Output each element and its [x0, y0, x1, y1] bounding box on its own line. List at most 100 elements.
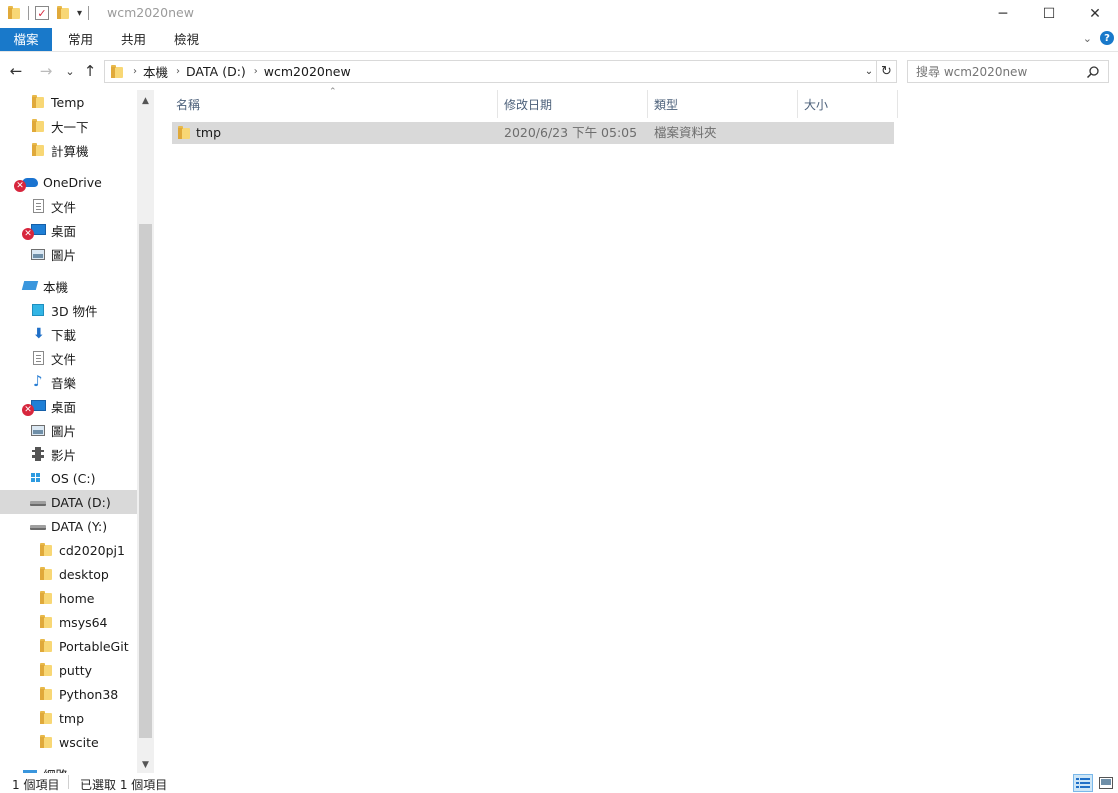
breadcrumb-data-d[interactable]: DATA (D:)	[186, 64, 246, 79]
minimize-button[interactable]: ─	[980, 0, 1026, 28]
pictures-icon	[30, 246, 46, 262]
tree-item-label: 文件	[51, 351, 77, 367]
chevron-down-icon[interactable]: ⌄	[862, 61, 876, 82]
window-title: wcm2020new	[107, 5, 194, 20]
scroll-up-icon[interactable]: ▲	[137, 92, 154, 109]
network-icon	[22, 766, 38, 773]
search-input[interactable]	[916, 64, 1086, 79]
tree-item-3d-objects[interactable]: 3D 物件	[0, 298, 137, 322]
details-view-button[interactable]	[1073, 774, 1093, 792]
help-icon[interactable]: ?	[1100, 31, 1114, 45]
folder-icon	[176, 125, 192, 141]
tab-view[interactable]: 檢視	[174, 28, 199, 51]
chevron-right-icon[interactable]: ›	[176, 66, 180, 77]
tree-item-label: Temp	[51, 94, 85, 110]
tree-item-music[interactable]: ♪ 音樂	[0, 370, 137, 394]
tree-item-desktop-folder[interactable]: desktop	[0, 562, 137, 586]
folder-icon	[30, 118, 46, 134]
tree-item-videos[interactable]: 影片	[0, 442, 137, 466]
tree-item-temp[interactable]: Temp	[0, 90, 137, 114]
folder-icon	[38, 734, 54, 750]
forward-button[interactable]: →	[36, 61, 56, 81]
tree-item-label: 計算機	[51, 143, 89, 159]
breadcrumb-current[interactable]: wcm2020new	[264, 64, 351, 79]
back-button[interactable]: ←	[6, 61, 26, 81]
tree-item-this-pc[interactable]: 本機	[0, 274, 137, 298]
music-icon: ♪	[33, 372, 43, 390]
tree-item-label: 影片	[51, 447, 77, 463]
tree-item-freshman[interactable]: 大一下	[0, 114, 137, 138]
search-box[interactable]	[907, 60, 1109, 83]
column-header-size[interactable]: 大小	[798, 90, 898, 118]
customize-toolbar-icon[interactable]: ▾	[77, 8, 82, 19]
recent-locations-button[interactable]: ⌄	[60, 61, 80, 81]
tree-item-desktop[interactable]: ✕ 桌面	[0, 218, 137, 242]
table-row[interactable]: tmp 2020/6/23 下午 05:05 檔案資料夾	[172, 122, 894, 144]
tree-item-portablegit[interactable]: PortableGit	[0, 634, 137, 658]
expand-ribbon-icon[interactable]: ⌄	[1083, 32, 1092, 45]
breadcrumb-this-pc[interactable]: 本機	[143, 62, 168, 81]
tree-item-label: 音樂	[51, 375, 77, 391]
column-header-type[interactable]: 類型	[648, 90, 798, 118]
error-badge-icon: ✕	[22, 404, 34, 416]
document-icon	[30, 198, 46, 214]
large-icons-view-button[interactable]	[1096, 774, 1116, 792]
scrollbar-thumb[interactable]	[139, 224, 152, 738]
tree-item-pictures[interactable]: 圖片	[0, 242, 137, 266]
chevron-right-icon[interactable]: ›	[133, 66, 137, 77]
new-folder-icon[interactable]	[55, 5, 71, 21]
search-icon[interactable]	[1086, 65, 1100, 79]
tree-item-network[interactable]: 網路	[0, 762, 137, 773]
tree-item-data-y[interactable]: DATA (Y:)	[0, 514, 137, 538]
file-type: 檔案資料夾	[654, 125, 717, 140]
tree-item-label: desktop	[59, 566, 109, 582]
maximize-button[interactable]: ☐	[1026, 0, 1072, 28]
scroll-down-icon[interactable]: ▼	[137, 756, 154, 773]
large-icons-view-icon	[1099, 777, 1113, 789]
tree-item-label: OS (C:)	[51, 470, 96, 486]
file-list: ⌃ 名稱 修改日期 類型 大小 tmp 2020/6/23 下午 05:05 檔…	[154, 87, 1118, 773]
up-button[interactable]: ↑	[80, 61, 100, 81]
tree-item-onedrive[interactable]: ✕ OneDrive	[0, 170, 137, 194]
refresh-button[interactable]: ↻	[876, 61, 896, 82]
tree-item-python38[interactable]: Python38	[0, 682, 137, 706]
tree-item-documents-pc[interactable]: 文件	[0, 346, 137, 370]
tree-item-cd2020pj1[interactable]: cd2020pj1	[0, 538, 137, 562]
tree-item-tmp[interactable]: tmp	[0, 706, 137, 730]
address-row: ← → ⌄ ↑ › 本機 › DATA (D:) › wcm2020new ⌄ …	[0, 52, 1118, 90]
tab-home[interactable]: 常用	[68, 28, 93, 51]
tree-item-label: DATA (Y:)	[51, 518, 108, 534]
ribbon-tabs: 檔案 常用 共用 檢視 ⌄ ?	[0, 28, 1118, 52]
tree-item-label: 桌面	[51, 223, 77, 239]
tree-item-label: Python38	[59, 686, 119, 702]
tree-item-os-c[interactable]: OS (C:)	[0, 466, 137, 490]
status-item-count: 1 個項目	[12, 778, 60, 792]
this-pc-icon	[21, 278, 39, 294]
tree-item-downloads[interactable]: ⬇ 下載	[0, 322, 137, 346]
chevron-right-icon[interactable]: ›	[254, 66, 258, 77]
tree-item-home[interactable]: home	[0, 586, 137, 610]
drive-icon	[30, 494, 46, 510]
tree-item-label: 圖片	[51, 247, 77, 263]
tree-item-data-d[interactable]: DATA (D:)	[0, 490, 137, 514]
tree-item-documents[interactable]: 文件	[0, 194, 137, 218]
desktop-icon: ✕	[22, 222, 46, 240]
tab-share[interactable]: 共用	[121, 28, 146, 51]
address-bar[interactable]: › 本機 › DATA (D:) › wcm2020new ⌄ ↻	[104, 60, 897, 83]
tree-item-putty[interactable]: putty	[0, 658, 137, 682]
tree-item-msys64[interactable]: msys64	[0, 610, 137, 634]
properties-icon[interactable]: ✓	[35, 6, 49, 20]
nav-scrollbar[interactable]: ▲ ▼	[137, 90, 154, 773]
tree-item-label: 桌面	[51, 399, 77, 415]
tree-item-pictures-pc[interactable]: 圖片	[0, 418, 137, 442]
status-separator	[68, 775, 69, 789]
close-button[interactable]: ✕	[1072, 0, 1118, 28]
tree-item-desktop-pc[interactable]: ✕ 桌面	[0, 394, 137, 418]
tree-item-computer[interactable]: 計算機	[0, 138, 137, 162]
column-header-name[interactable]: 名稱	[170, 90, 498, 118]
toolbar-separator	[28, 6, 29, 20]
tree-item-wscite[interactable]: wscite	[0, 730, 137, 754]
folder-icon	[38, 686, 54, 702]
column-header-date[interactable]: 修改日期	[498, 90, 648, 118]
tab-file[interactable]: 檔案	[0, 28, 52, 51]
